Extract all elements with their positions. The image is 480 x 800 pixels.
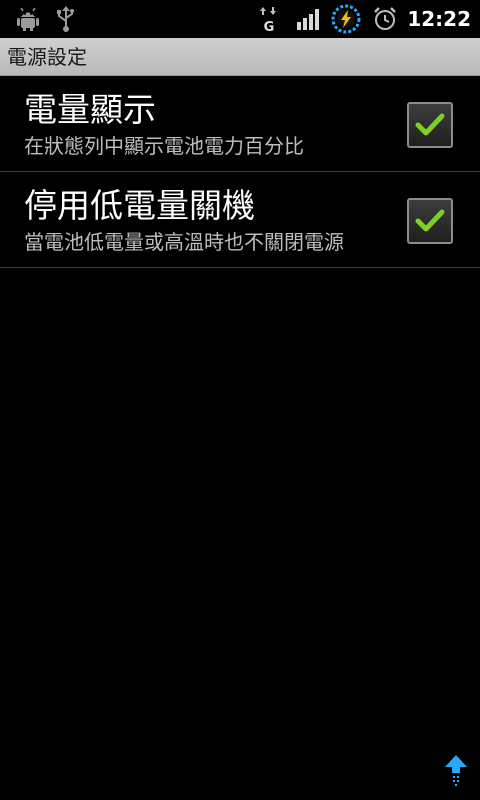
pref-title: 電量顯示: [24, 90, 156, 129]
network-type-label: G: [264, 20, 275, 33]
pref-summary: 當電池低電量或高溫時也不關閉電源: [24, 230, 344, 254]
checkmark-icon: [415, 113, 445, 136]
status-clock: 12:22: [407, 7, 471, 31]
title-bar: 電源設定: [0, 38, 480, 76]
signal-icon: [295, 5, 323, 33]
checkmark-icon: [415, 209, 445, 232]
pref-item-battery-percentage[interactable]: 電量顯示 在狀態列中顯示電池電力百分比: [0, 76, 480, 172]
status-bar: G 12:22: [0, 0, 480, 38]
pref-item-disable-low-battery-shutdown[interactable]: 停用低電量關機 當電池低電量或高溫時也不關閉電源: [0, 172, 480, 268]
disable-low-battery-shutdown-checkbox[interactable]: [407, 198, 453, 244]
battery-percentage-checkbox[interactable]: [407, 102, 453, 148]
pref-summary: 在狀態列中顯示電池電力百分比: [24, 134, 304, 158]
pref-title: 停用低電量關機: [24, 186, 255, 225]
preference-list: 電量顯示 在狀態列中顯示電池電力百分比 停用低電量關機 當電池低電量或高溫時也不…: [0, 76, 480, 268]
data-transfer-icon: G: [258, 5, 280, 33]
page-title: 電源設定: [7, 45, 87, 69]
usb-icon: [54, 5, 78, 33]
alarm-icon: [372, 5, 398, 33]
android-debug-icon: [14, 5, 42, 33]
arrow-up-icon[interactable]: [443, 754, 469, 788]
battery-charging-icon: [330, 3, 362, 35]
